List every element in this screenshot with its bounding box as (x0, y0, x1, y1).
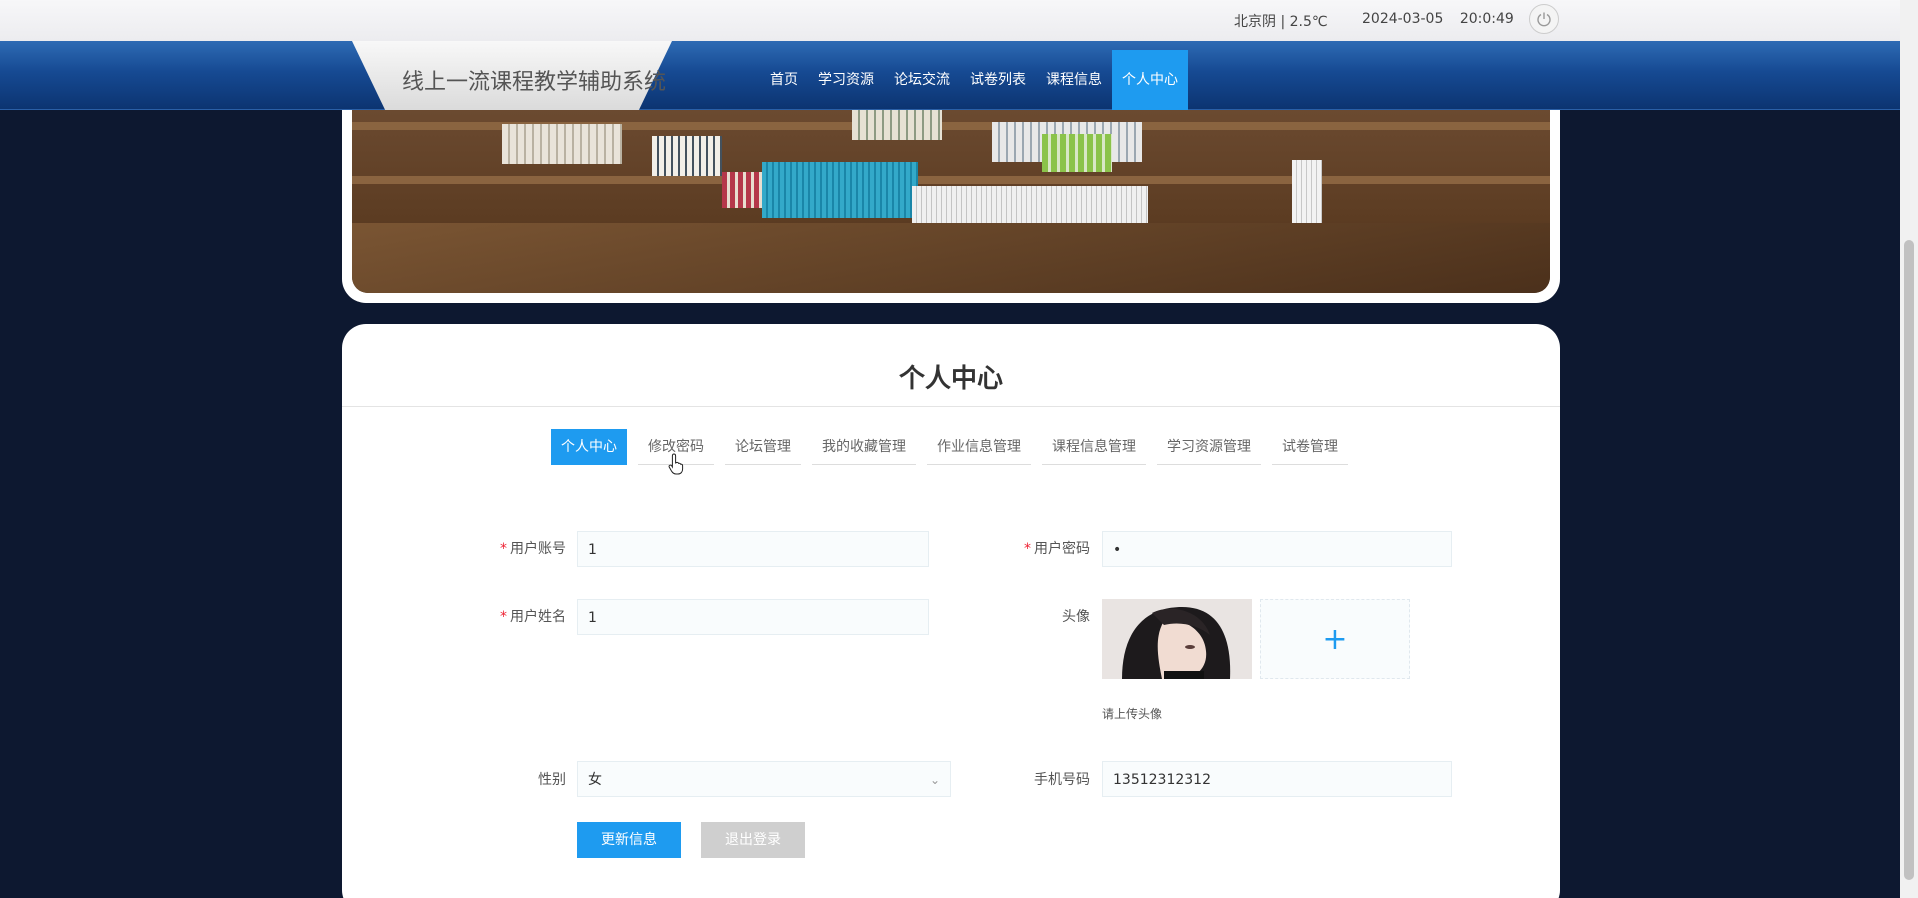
tab-exam-manage[interactable]: 试卷管理 (1272, 429, 1348, 465)
hand-cursor-icon (668, 453, 684, 475)
page-title: 个人中心 (898, 364, 1003, 394)
banner-image (352, 110, 1550, 293)
phone-label: 手机号码 (1034, 772, 1090, 788)
avatar-hint: 请上传头像 (1102, 707, 1163, 721)
tab-profile[interactable]: 个人中心 (551, 429, 627, 465)
password-input[interactable]: • (1102, 531, 1452, 567)
name-input[interactable]: 1 (577, 599, 929, 635)
tab-resource-manage[interactable]: 学习资源管理 (1157, 429, 1261, 465)
banner (342, 110, 1560, 303)
main-nav: 首页 学习资源 论坛交流 试卷列表 课程信息 个人中心 (760, 50, 1188, 110)
scroll-thumb[interactable] (1904, 240, 1914, 880)
avatar-image (1102, 599, 1252, 679)
datetime: 2024-03-05 20:0:49 (1362, 11, 1514, 27)
avatar-label: 头像 (1062, 609, 1090, 625)
nav-home[interactable]: 首页 (760, 50, 808, 110)
logout-button[interactable]: 退出登录 (701, 822, 805, 858)
update-info-button[interactable]: 更新信息 (577, 822, 681, 858)
weather-text: 北京阴 | 2.5℃ (1234, 14, 1328, 30)
account-label: * 用户账号 (500, 541, 566, 557)
site-title: 线上一流课程教学辅助系统 (402, 70, 667, 95)
gender-select[interactable]: 女 ⌄ (577, 761, 951, 797)
top-info-bar: 北京阴 | 2.5℃ 2024-03-05 20:0:49 (0, 0, 1900, 41)
plus-icon: + (1322, 621, 1348, 657)
phone-input[interactable]: 13512312312 (1102, 761, 1452, 797)
nav-courses[interactable]: 课程信息 (1036, 50, 1112, 110)
tab-homework-manage[interactable]: 作业信息管理 (927, 429, 1031, 465)
nav-exams[interactable]: 试卷列表 (960, 50, 1036, 110)
time-text: 20:0:49 (1459, 11, 1514, 27)
gender-value: 女 (588, 772, 602, 788)
power-button[interactable] (1529, 4, 1559, 34)
tab-course-manage[interactable]: 课程信息管理 (1042, 429, 1146, 465)
avatar-portrait (1102, 599, 1252, 679)
divider (342, 406, 1560, 407)
nav-resources[interactable]: 学习资源 (808, 50, 884, 110)
nav-profile[interactable]: 个人中心 (1112, 50, 1188, 110)
page-scrollbar[interactable] (1900, 0, 1918, 898)
tab-forum-manage[interactable]: 论坛管理 (725, 429, 801, 465)
power-icon (1537, 12, 1551, 27)
date-text: 2024-03-05 (1362, 11, 1444, 27)
account-input[interactable]: 1 (577, 531, 929, 567)
chevron-down-icon: ⌄ (929, 773, 940, 787)
profile-card: 个人中心 个人中心 修改密码 论坛管理 我的收藏管理 作业信息管理 课程信息管理… (342, 324, 1560, 898)
name-label: * 用户姓名 (500, 609, 566, 625)
tab-favorites-manage[interactable]: 我的收藏管理 (812, 429, 916, 465)
avatar-upload-button[interactable]: + (1260, 599, 1410, 679)
gender-label: 性别 (538, 772, 566, 788)
password-label: * 用户密码 (1024, 541, 1090, 557)
nav-forum[interactable]: 论坛交流 (884, 50, 960, 110)
